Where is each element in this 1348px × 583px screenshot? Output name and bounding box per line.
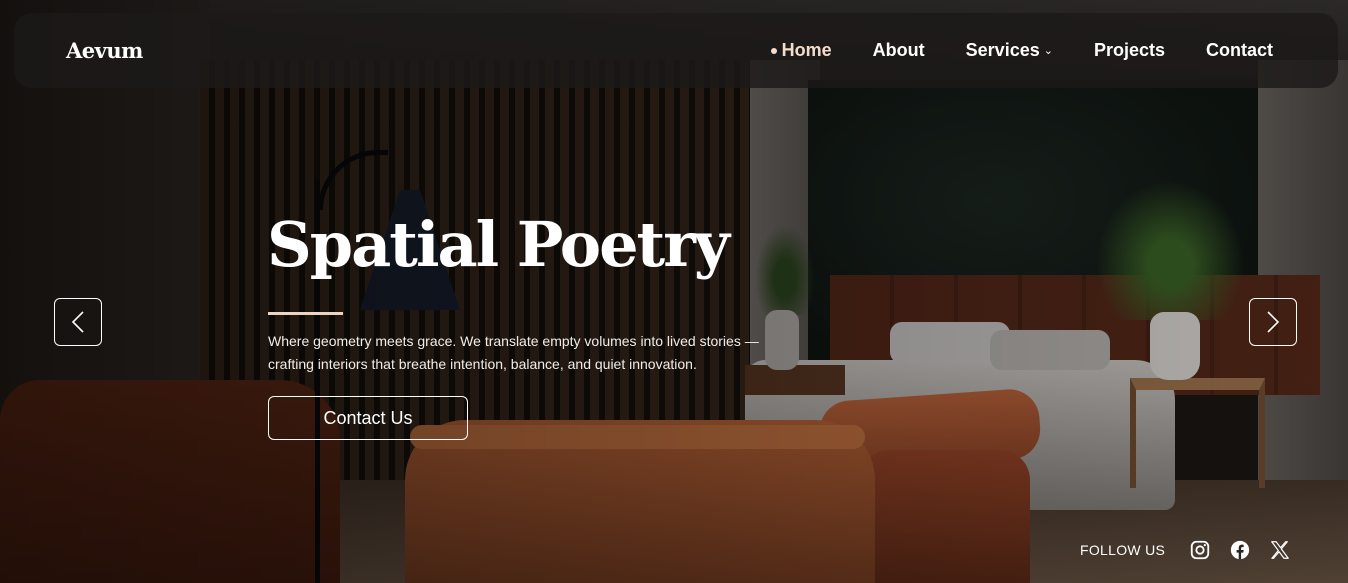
top-navbar: Aevum Home About Services ⌄ Projects Con… — [14, 13, 1338, 88]
brand-logo[interactable]: Aevum — [66, 38, 143, 63]
nav-links: Home About Services ⌄ Projects Contact — [770, 40, 1273, 61]
nav-item-projects[interactable]: Projects — [1094, 40, 1165, 61]
nav-item-about[interactable]: About — [873, 40, 925, 61]
follow-us-label: FOLLOW US — [1080, 542, 1166, 558]
x-twitter-link[interactable] — [1269, 539, 1291, 561]
nav-item-label: Services — [965, 40, 1040, 60]
nav-item-label: Home — [781, 40, 832, 60]
nav-item-contact[interactable]: Contact — [1206, 40, 1273, 61]
facebook-icon — [1230, 540, 1250, 560]
contact-us-button[interactable]: Contact Us — [268, 396, 468, 440]
chevron-right-icon — [1267, 311, 1280, 333]
nav-item-label: Contact — [1206, 40, 1273, 60]
follow-us-bar: FOLLOW US — [1080, 535, 1309, 565]
accent-divider — [268, 312, 343, 315]
nav-item-home[interactable]: Home — [770, 40, 832, 61]
nav-item-services[interactable]: Services ⌄ — [966, 40, 1053, 61]
nav-item-label: About — [872, 40, 925, 60]
chevron-down-icon: ⌄ — [1043, 45, 1053, 57]
active-indicator-dot — [770, 47, 777, 54]
facebook-link[interactable] — [1229, 539, 1251, 561]
hero-description: Where geometry meets grace. We translate… — [268, 333, 759, 372]
carousel-prev-button[interactable] — [54, 298, 102, 346]
hero-title: Spatial Poetry — [267, 208, 730, 281]
instagram-icon — [1190, 540, 1210, 560]
x-icon — [1271, 541, 1290, 559]
chevron-left-icon — [71, 311, 84, 333]
carousel-next-button[interactable] — [1249, 298, 1297, 346]
nav-item-label: Projects — [1093, 40, 1165, 60]
instagram-link[interactable] — [1189, 539, 1211, 561]
